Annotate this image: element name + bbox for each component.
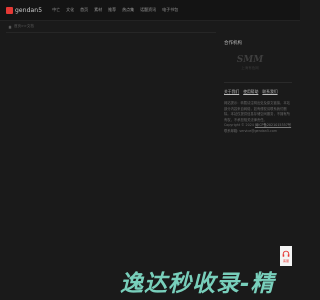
nav-item[interactable]: 文化 (66, 7, 74, 13)
header-divider (0, 20, 300, 21)
breadcrumb: 首页>>文档 (8, 24, 216, 29)
main-nav: 中亡 文化 首页 素材 推荐 热点集 话题资讯 电子书包 (52, 7, 184, 13)
nav-item[interactable]: 首页 (80, 7, 88, 13)
customer-service-button[interactable]: 客服 (280, 246, 292, 266)
nav-item[interactable]: 推荐 (108, 7, 116, 13)
about-link[interactable]: 关于我们 (224, 89, 239, 95)
copyright-prefix: Copyright © 2024 (224, 123, 254, 128)
nav-item[interactable]: 中亡 (52, 7, 60, 13)
main-content: 首页>>文档 (6, 24, 216, 274)
partner-logo-sub: 上海有色网 (241, 65, 259, 70)
partner-logo[interactable]: SMM 上海有色网 (230, 52, 270, 74)
copyright-suffix: 联系邮箱: service@gendan5.com (224, 128, 278, 133)
icp-link[interactable]: 闽ICP备2021015357号 (255, 123, 291, 127)
nav-item[interactable]: 素材 (94, 7, 102, 13)
site-logo[interactable]: gendan5 (6, 6, 43, 14)
watermark-text: 逸达秒收录-精 (120, 271, 275, 294)
customer-service-label: 客服 (282, 258, 289, 263)
content-divider (6, 32, 216, 33)
footer-links: 关于我们 使用帮助 联系我们 (224, 89, 292, 95)
headset-icon (282, 250, 290, 257)
sidebar-divider (224, 82, 292, 83)
partner-logo-mark: SMM (236, 54, 264, 65)
nav-item[interactable]: 话题资讯 (140, 7, 156, 13)
partner-title: 合作机构 (224, 41, 242, 46)
logo-icon (6, 6, 13, 14)
top-navbar: gendan5 中亡 文化 首页 素材 推荐 热点集 话题资讯 电子书包 (0, 0, 300, 20)
logo-text: gendan5 (15, 6, 43, 14)
sidebar: 合作机构 SMM 上海有色网 关于我们 使用帮助 联系我们 网站提示：转载请注明… (224, 40, 292, 135)
nav-item[interactable]: 电子书包 (162, 7, 178, 13)
contact-link[interactable]: 联系我们 (262, 89, 277, 95)
nav-item[interactable]: 热点集 (122, 7, 134, 13)
home-icon[interactable] (8, 24, 12, 29)
help-link[interactable]: 使用帮助 (243, 89, 258, 95)
copyright: Copyright © 2024 闽ICP备2021015357号 联系邮箱: … (224, 123, 292, 134)
disclaimer-text: 网站提示：转载请注明出处及原文链接，本站部分内容来自网络，如有侵权请联系我们删除… (224, 101, 290, 122)
breadcrumb-label[interactable]: 首页>>文档 (14, 24, 34, 29)
